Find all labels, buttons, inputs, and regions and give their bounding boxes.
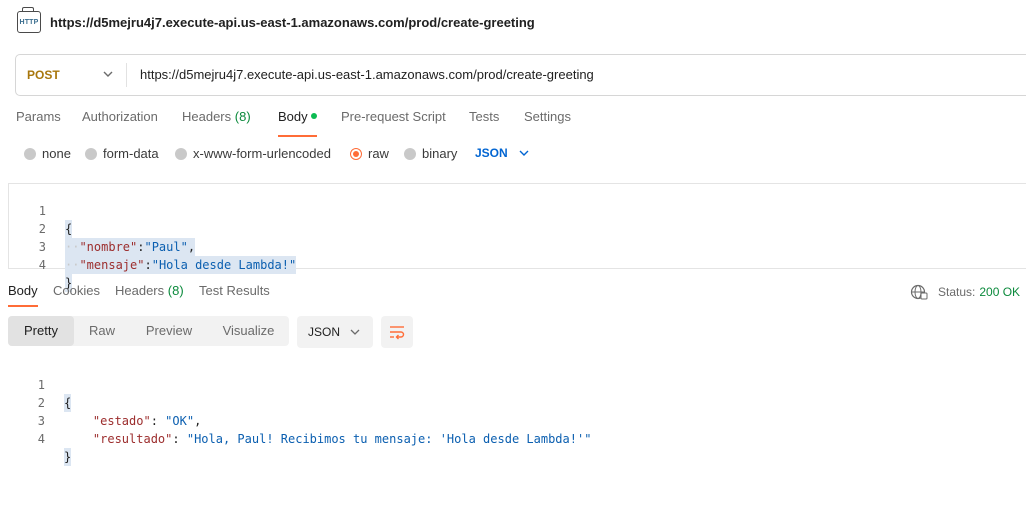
tab-count: (8) [167,283,184,298]
code-line: 3 ··"mensaje":"Hola desde Lambda!" [9,220,297,274]
tab-body[interactable]: Body [278,109,317,137]
json-punct: , [194,414,202,428]
tab-label: Authorization [82,109,158,124]
code-text: "resultado": "Hola, Paul! Recibimos tu m… [92,432,592,446]
method-select[interactable]: POST [27,68,60,82]
request-title[interactable]: https://d5mejru4j7.execute-api.us-east-1… [50,15,535,30]
tab-headers[interactable]: Headers (8) [182,109,251,124]
code-text: { [65,220,73,238]
json-punct: , [187,240,196,254]
globe-icon[interactable] [910,283,928,301]
radio-x-www-form-urlencoded[interactable]: x-www-form-urlencoded [175,146,331,161]
radio-none[interactable]: none [24,146,71,161]
tab-label: Tests [469,109,500,124]
http-file-icon: HTTP [17,7,41,33]
code-text: "estado": "OK", [92,414,202,428]
code-line: 4 } [9,238,73,292]
tab-label: Pre-request Script [341,109,446,124]
json-value: "OK" [165,414,195,428]
radio-indicator [175,147,187,160]
chevron-down-icon [350,329,360,335]
radio-indicator [350,147,362,160]
radio-indicator [85,147,97,160]
radio-indicator [24,147,36,160]
url-bar: POST https://d5mejru4j7.execute-api.us-e… [15,54,1026,96]
code-line: 1 { [9,184,73,238]
json-key: "resultado" [92,432,173,446]
chevron-down-icon [519,150,529,156]
radio-label: x-www-form-urlencoded [193,146,331,161]
radio-label: raw [368,146,389,161]
active-tab-underline [8,305,38,307]
code-text: { [64,394,72,412]
radio-form-data[interactable]: form-data [85,146,159,161]
code-line: 2 "estado": "OK", [8,376,202,428]
code-line: 2 ··"nombre":"Paul", [9,202,196,256]
chevron-down-icon[interactable] [101,67,115,81]
code-line: 3 "resultado": "Hola, Paul! Recibimos tu… [8,394,592,446]
tab-settings[interactable]: Settings [524,109,571,124]
view-preview-button[interactable]: Preview [132,316,206,346]
json-value: "Paul" [144,240,188,254]
response-tab-body[interactable]: Body [8,283,38,307]
response-body-viewer[interactable]: 1 { 2 "estado": "OK", 3 "resultado": "Ho… [8,358,1026,466]
url-input[interactable]: https://d5mejru4j7.execute-api.us-east-1… [140,67,594,82]
json-key: "nombre" [79,240,138,254]
view-pretty-button[interactable]: Pretty [8,316,74,346]
active-tab-underline [278,135,317,137]
tab-label: Params [16,109,61,124]
view-visualize-button[interactable]: Visualize [208,316,289,346]
request-body-editor[interactable]: 1 { 2 ··"nombre":"Paul", 3 ··"mensaje":"… [8,183,1026,292]
response-tab-test-results[interactable]: Test Results [199,283,270,298]
modified-indicator [310,113,317,119]
tab-tests[interactable]: Tests [469,109,499,124]
code-text: } [64,448,72,466]
status-label: Status: [938,285,976,299]
line-number: 4 [37,432,45,446]
status-value[interactable]: 200 OK [979,285,1020,299]
code-line: 1 { [8,358,72,412]
format-label: JSON [475,146,508,160]
radio-binary[interactable]: binary [404,146,457,161]
response-view-toggle: Pretty Raw Preview Visualize [8,316,289,346]
response-status: Status: 200 OK [910,283,1020,301]
title-bar: HTTP https://d5mejru4j7.execute-api.us-e… [0,0,1026,48]
radio-label: binary [422,146,458,161]
tab-label: Headers [115,283,165,298]
view-raw-button[interactable]: Raw [74,316,130,346]
tab-label: Settings [524,109,571,124]
json-key: "mensaje" [79,258,145,272]
response-tab-headers[interactable]: Headers (8) [115,283,184,298]
tab-label: Body [278,109,308,124]
tab-label: Body [8,283,38,298]
divider [126,63,127,87]
json-key: "estado" [92,414,151,428]
line-number: 4 [38,258,46,272]
tab-count: (8) [234,109,251,124]
radio-label: none [42,146,71,161]
body-format-select[interactable]: JSON [475,146,530,160]
radio-raw[interactable]: raw [350,146,389,161]
format-label: JSON [308,325,341,339]
tab-label: Headers [182,109,232,124]
tab-params[interactable]: Params [16,109,61,124]
response-tab-cookies[interactable]: Cookies [53,283,100,298]
json-value: "Hola, Paul! Recibimos tu mensaje: 'Hola… [186,432,592,446]
code-text: ··"nombre":"Paul", [65,238,196,256]
radio-label: form-data [103,146,159,161]
tab-label: Cookies [53,283,100,298]
code-text: ··"mensaje":"Hola desde Lambda!" [65,256,297,274]
response-format-select[interactable]: JSON [297,316,373,348]
radio-indicator [404,147,416,160]
code-line: 4 } [8,412,72,466]
json-value: "Hola desde Lambda!" [151,258,297,272]
wrap-lines-icon [390,326,405,340]
tab-pre-request-script[interactable]: Pre-request Script [341,109,446,124]
tab-authorization[interactable]: Authorization [82,109,158,124]
tab-label: Test Results [199,283,270,298]
wrap-lines-button[interactable] [381,316,413,348]
